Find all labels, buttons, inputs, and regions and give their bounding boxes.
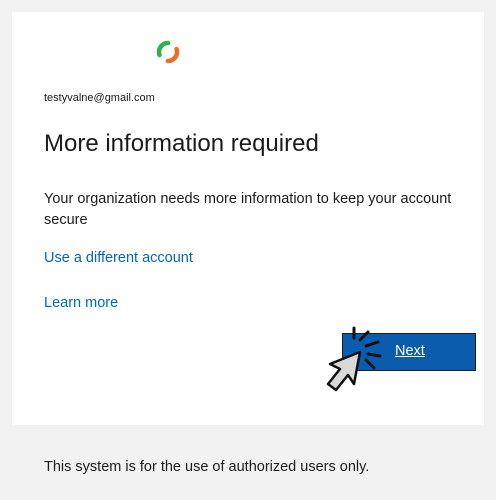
learn-more-link[interactable]: Learn more [44,295,118,311]
footer: This system is for the use of authorized… [12,425,484,500]
next-button[interactable]: Next [342,333,476,371]
description-text: Your organization needs more information… [44,191,452,228]
use-different-account-link[interactable]: Use a different account [44,250,193,266]
footer-notice: This system is for the use of authorized… [44,459,370,475]
next-button-label: Next [395,343,425,359]
account-email: testyvalne@gmail.com [44,92,155,104]
org-logo-icon [156,40,180,64]
sign-in-card: testyvalne@gmail.com More information re… [12,12,484,425]
page-title: More information required [44,130,319,157]
